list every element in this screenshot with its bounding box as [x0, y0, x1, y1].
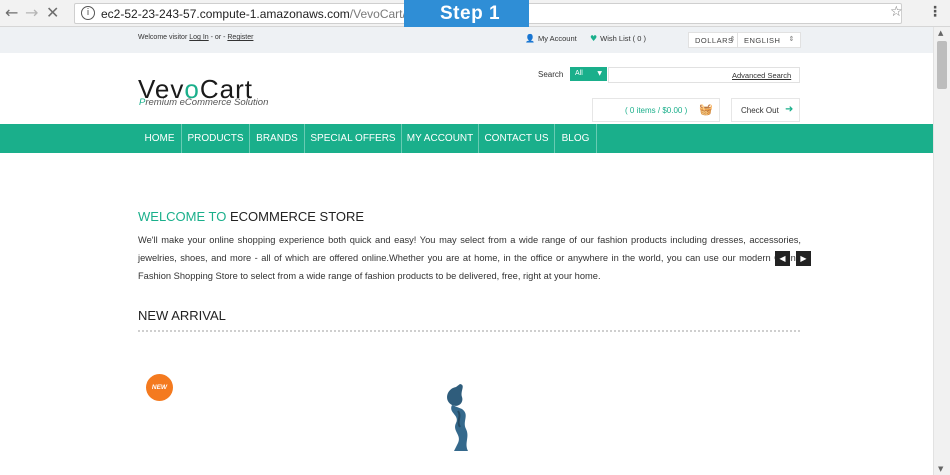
heart-icon: ♥: [590, 34, 598, 43]
info-icon[interactable]: i: [81, 6, 95, 20]
scroll-down-icon[interactable]: ▼: [938, 465, 943, 473]
search-label: Search: [538, 70, 564, 79]
login-link[interactable]: Log In: [189, 34, 208, 41]
checkout-button[interactable]: Check Out ➜: [731, 98, 800, 122]
product-scarf-image[interactable]: [438, 381, 478, 451]
advanced-search-link[interactable]: Advanced Search: [732, 71, 791, 80]
welcome-heading: WELCOME TO ECOMMERCE STORE: [138, 209, 365, 224]
nav-item-brands[interactable]: BRANDS: [250, 124, 305, 153]
menu-kebab-icon[interactable]: ⋮: [928, 4, 942, 20]
nav-item-my-account[interactable]: MY ACCOUNT: [402, 124, 479, 153]
nav-item-products[interactable]: PRODUCTS: [182, 124, 250, 153]
welcome-paragraph: We'll make your online shopping experien…: [138, 235, 801, 281]
store-page: Welcome visitor Log In - or - Register 👤…: [0, 27, 933, 475]
nav-item-blog[interactable]: BLOG: [555, 124, 597, 153]
main-navigation: HOME PRODUCTS BRANDS SPECIAL OFFERS MY A…: [0, 124, 933, 153]
section-divider: [138, 330, 800, 332]
forward-arrow-icon[interactable]: →: [25, 4, 38, 22]
top-utility-bar: Welcome visitor Log In - or - Register 👤…: [0, 27, 933, 53]
nav-item-home[interactable]: HOME: [138, 124, 182, 153]
chevron-down-icon: ▼: [597, 70, 602, 77]
scroll-up-icon[interactable]: ▲: [938, 29, 943, 37]
shopping-basket-icon: 🧺: [699, 103, 713, 116]
new-badge: NEW: [146, 374, 173, 401]
welcome-visitor-text: Welcome visitor Log In - or - Register: [138, 34, 254, 41]
register-link[interactable]: Register: [227, 34, 253, 41]
nav-item-contact-us[interactable]: CONTACT US: [479, 124, 555, 153]
sign-out-arrow-icon: ➜: [785, 104, 794, 115]
carousel-prev-icon[interactable]: ◀: [775, 251, 790, 266]
carousel-next-icon[interactable]: ▶: [796, 251, 811, 266]
search-category-select[interactable]: All ▼: [570, 67, 607, 81]
store-tagline: Premium eCommerce Solution: [139, 97, 269, 108]
url-text: ec2-52-23-243-57.compute-1.amazonaws.com…: [101, 7, 406, 21]
wish-list-link[interactable]: ♥ Wish List ( 0 ): [590, 34, 646, 43]
scroll-thumb[interactable]: [937, 41, 947, 89]
language-select[interactable]: ENGLISH ⇕: [737, 32, 801, 48]
close-icon[interactable]: ✕: [46, 4, 59, 22]
updown-caret-icon: ⇕: [788, 35, 795, 43]
step-overlay-label: Step 1: [404, 0, 529, 27]
browser-toolbar: ← → ✕ i ec2-52-23-243-57.compute-1.amazo…: [0, 0, 950, 27]
page-scrollbar[interactable]: ▲ ▼: [933, 27, 950, 475]
cart-summary-button[interactable]: ( 0 items / $0.00 ) 🧺: [592, 98, 720, 122]
my-account-link[interactable]: 👤 My Account: [525, 34, 577, 43]
user-icon: 👤: [525, 34, 535, 43]
updown-caret-icon: ⇕: [729, 35, 736, 43]
currency-select[interactable]: DOLLARS ⇕: [688, 32, 742, 48]
bookmark-star-icon[interactable]: ☆: [890, 4, 903, 20]
new-arrival-heading: NEW ARRIVAL: [138, 308, 226, 323]
nav-item-special-offers[interactable]: SPECIAL OFFERS: [305, 124, 402, 153]
back-arrow-icon[interactable]: ←: [5, 4, 18, 22]
